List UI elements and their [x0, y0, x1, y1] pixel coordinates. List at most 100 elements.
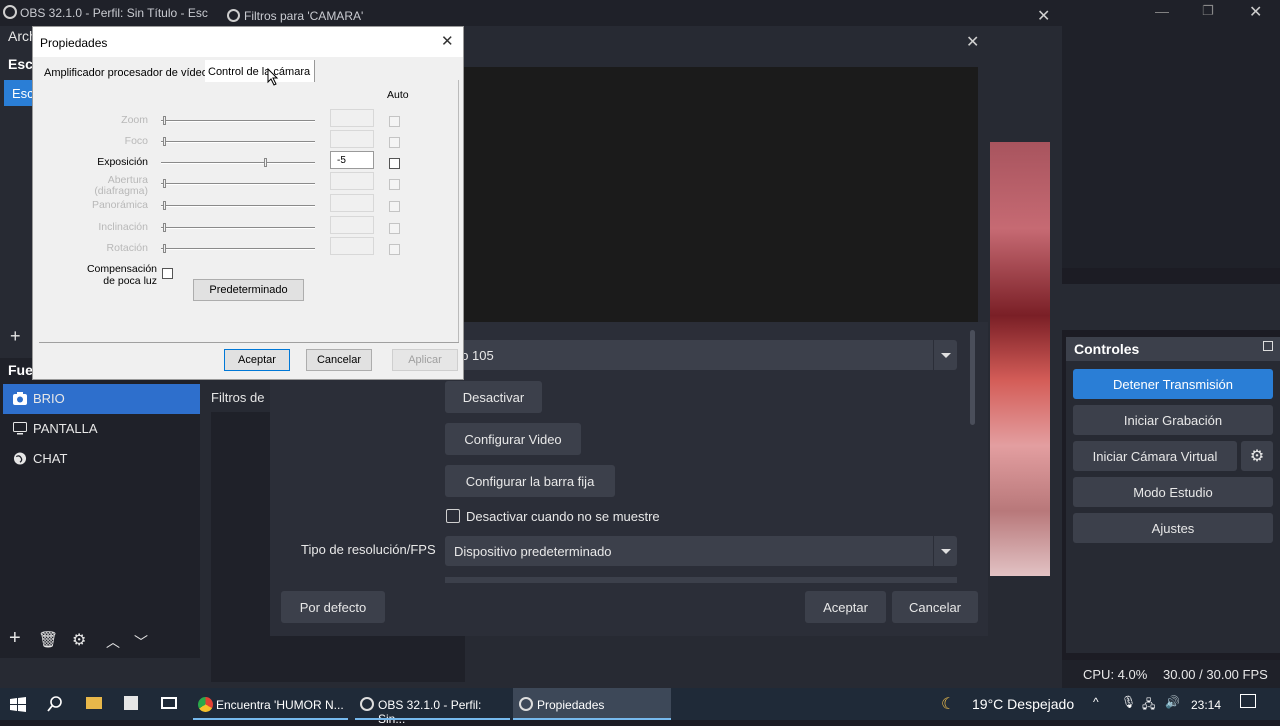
defaults-button[interactable]: Por defecto: [281, 591, 385, 623]
network-icon[interactable]: 🖧: [1142, 695, 1155, 716]
slider-knob[interactable]: [263, 158, 267, 167]
close-icon[interactable]: ✕: [1249, 2, 1262, 22]
taskbar: Encuentra 'HUMOR N... OBS 32.1.0 - Perfi…: [0, 688, 1280, 726]
notification-icon[interactable]: [1240, 694, 1256, 708]
accept-button[interactable]: Aceptar: [805, 591, 886, 623]
chevron-down-icon[interactable]: ﹀: [134, 632, 148, 652]
apply-button[interactable]: Aplicar: [392, 349, 458, 371]
properties-dialog: Propiedades ✕ Amplificador procesador de…: [32, 26, 464, 380]
source-label: BRIO: [33, 391, 65, 406]
virtual-camera-button[interactable]: Iniciar Cámara Virtual: [1073, 441, 1237, 471]
clock-time[interactable]: 23:14: [1191, 698, 1221, 712]
gear-icon[interactable]: ⚙: [1241, 441, 1273, 471]
search-icon[interactable]: [47, 696, 63, 712]
studio-mode-button[interactable]: Modo Estudio: [1073, 477, 1273, 507]
obs-icon: [360, 697, 374, 711]
fps-readout: 30.00 / 30.00 FPS: [1163, 667, 1268, 682]
taskbar-app-chrome[interactable]: Encuentra 'HUMOR N...: [193, 688, 348, 720]
monitor-icon: [13, 422, 27, 435]
stop-stream-button[interactable]: Detener Transmisión: [1073, 369, 1273, 399]
weather-text[interactable]: 19°C Despejado: [972, 696, 1074, 712]
config-video-button[interactable]: Configurar Video: [445, 423, 581, 455]
slider-track[interactable]: [161, 120, 315, 122]
scrollbar[interactable]: [970, 330, 975, 425]
settings-button[interactable]: Ajustes: [1073, 513, 1273, 543]
obs-titlebar: OBS 32.1.0 - Perfil: Sin Título - Esc — …: [0, 0, 1280, 26]
auto-checkbox[interactable]: [389, 179, 400, 190]
restore-icon[interactable]: ❐: [1202, 3, 1214, 19]
value-input[interactable]: [330, 172, 374, 190]
default-button[interactable]: Predeterminado: [193, 279, 304, 301]
slider-track[interactable]: [161, 162, 315, 164]
minimize-icon[interactable]: —: [1155, 3, 1169, 19]
auto-checkbox[interactable]: [389, 116, 400, 127]
cancel-button[interactable]: Cancelar: [306, 349, 372, 371]
value-input[interactable]: [330, 109, 374, 127]
right-dock-divider: [1062, 284, 1280, 330]
value-input[interactable]: [330, 216, 374, 234]
close-icon[interactable]: ✕: [441, 32, 454, 50]
slider-track[interactable]: [161, 248, 315, 250]
undock-icon[interactable]: [1263, 341, 1273, 351]
auto-checkbox[interactable]: [389, 244, 400, 255]
low-light-checkbox[interactable]: [162, 268, 173, 279]
checkbox-label: Desactivar cuando no se muestre: [466, 509, 660, 524]
taskbar-app-obs[interactable]: OBS 32.1.0 - Perfil: Sin...: [355, 688, 510, 726]
row-label: Foco: [124, 135, 148, 147]
deactivate-hidden-checkbox[interactable]: [446, 509, 460, 523]
close-icon[interactable]: ✕: [1037, 6, 1050, 26]
auto-checkbox[interactable]: [389, 201, 400, 212]
slider-track[interactable]: [161, 227, 315, 229]
device-select[interactable]: rio 105: [445, 340, 957, 370]
value-input[interactable]: [330, 130, 374, 148]
slider-knob[interactable]: [163, 137, 166, 146]
row-label: Inclinación: [98, 221, 148, 233]
tray-chevron-up-icon[interactable]: ^: [1093, 695, 1099, 709]
value-input[interactable]: [330, 237, 374, 255]
slider-knob[interactable]: [163, 179, 166, 188]
store-icon[interactable]: [124, 696, 138, 710]
auto-checkbox[interactable]: [389, 223, 400, 234]
resolution-select[interactable]: Dispositivo predeterminado: [445, 536, 957, 566]
microphone-icon[interactable]: 🎙: [1121, 695, 1136, 709]
slider-knob[interactable]: [163, 244, 166, 253]
auto-checkbox[interactable]: [389, 158, 400, 169]
slider-track[interactable]: [161, 205, 315, 207]
auto-checkbox[interactable]: [389, 137, 400, 148]
tab-camera-control[interactable]: Control de la cámara: [205, 60, 316, 82]
volume-icon[interactable]: 🔊: [1165, 695, 1180, 709]
windows-start-icon[interactable]: [10, 697, 26, 712]
start-recording-button[interactable]: Iniciar Grabación: [1073, 405, 1273, 435]
obs-window-title: OBS 32.1.0 - Perfil: Sin Título - Esc: [20, 6, 208, 20]
controls-title: Controles: [1074, 341, 1140, 357]
accept-button[interactable]: Aceptar: [224, 349, 290, 371]
slider-track[interactable]: [161, 141, 315, 143]
source-item-pantalla[interactable]: PANTALLA: [3, 414, 200, 444]
deactivate-button[interactable]: Desactivar: [445, 381, 542, 413]
folder-icon[interactable]: [86, 697, 102, 709]
cancel-button[interactable]: Cancelar: [892, 591, 978, 623]
value-input[interactable]: -5: [330, 151, 374, 169]
chevron-up-icon[interactable]: ︿: [106, 632, 120, 652]
slider-track[interactable]: [161, 183, 315, 185]
slider-knob[interactable]: [163, 116, 166, 125]
next-select-partial: [445, 577, 957, 583]
trash-icon[interactable]: 🗑: [38, 630, 58, 650]
mail-icon[interactable]: [161, 697, 177, 709]
obs-logo-icon: [3, 5, 17, 19]
gear-icon[interactable]: ⚙: [72, 630, 86, 650]
source-item-chat[interactable]: CHAT: [3, 444, 200, 474]
value-input[interactable]: [330, 194, 374, 212]
slider-knob[interactable]: [163, 223, 166, 232]
config-bar-button[interactable]: Configurar la barra fija: [445, 465, 615, 497]
source-item-brio[interactable]: BRIO: [3, 384, 200, 414]
add-source-icon[interactable]: +: [9, 627, 21, 650]
add-scene-icon[interactable]: +: [10, 326, 21, 347]
moon-weather-icon: ☾: [941, 696, 956, 713]
scene-item[interactable]: Esc: [4, 80, 34, 106]
tab-video-amp[interactable]: Amplificador procesador de vídeo: [44, 67, 208, 79]
sources-dock-title: Fue: [8, 362, 33, 378]
close-icon[interactable]: ✕: [966, 32, 979, 52]
slider-knob[interactable]: [163, 201, 166, 210]
taskbar-app-propiedades[interactable]: Propiedades: [513, 688, 671, 720]
